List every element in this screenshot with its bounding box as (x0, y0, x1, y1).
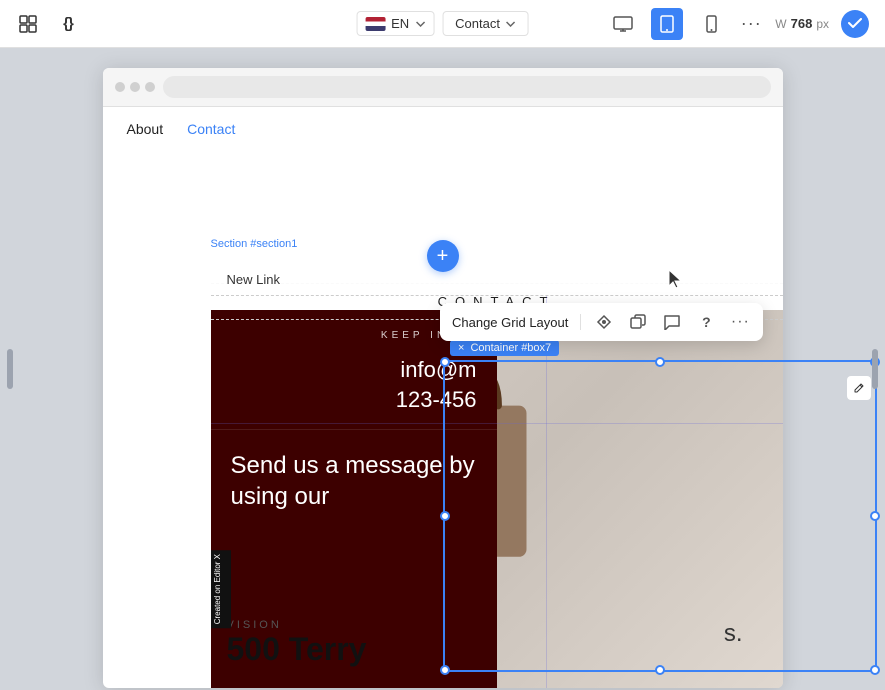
send-message-text: Send us a message by using our (231, 450, 477, 512)
desktop-view-button[interactable] (607, 8, 639, 40)
left-sidebar-handle[interactable] (0, 48, 20, 690)
vision-number-container: 500 Terry (227, 631, 367, 668)
tablet-view-button[interactable] (651, 8, 683, 40)
section-label: Section #section1 (211, 238, 298, 250)
duplicate-icon[interactable] (627, 311, 649, 333)
page-frame: About Contact Section #section1 + New Li… (103, 68, 783, 688)
nav-item-contact[interactable]: Contact (187, 121, 235, 137)
browser-dot-1 (115, 82, 125, 92)
browser-chrome (103, 68, 783, 107)
more-options-icon[interactable]: ··· (739, 12, 763, 36)
editorx-badge: Created on Editor X (211, 550, 231, 628)
grid-icon[interactable] (16, 12, 40, 36)
toolbar-divider-1 (580, 314, 581, 330)
page-selector[interactable]: Contact (442, 11, 529, 36)
change-grid-layout-label: Change Grid Layout (452, 315, 568, 330)
site-nav: About Contact (103, 107, 783, 151)
browser-dots (115, 82, 155, 92)
right-panel-bottom: Send us a message by using our (211, 430, 497, 532)
browser-dot-3 (145, 82, 155, 92)
language-selector[interactable]: EN (356, 11, 434, 36)
toolbar-left: {} (16, 12, 80, 36)
canvas-area: About Contact Section #section1 + New Li… (0, 48, 885, 690)
width-value[interactable]: 768 (791, 16, 813, 31)
grid-layout-icon[interactable] (593, 311, 615, 333)
new-link-bar: New Link (211, 264, 783, 296)
handle-bar-left[interactable] (7, 349, 13, 389)
browser-dot-2 (130, 82, 140, 92)
grid-line-horizontal (211, 423, 783, 424)
new-link-label[interactable]: New Link (227, 272, 280, 287)
contact-email: info@m (231, 357, 477, 383)
help-icon[interactable]: ? (695, 311, 717, 333)
chevron-down-icon (415, 21, 425, 27)
floating-toolbar: Change Grid Layout ? ··· (440, 303, 763, 341)
right-sidebar-handle[interactable] (865, 48, 885, 690)
code-icon[interactable]: {} (56, 12, 80, 36)
container-label[interactable]: × Container #box7 (450, 340, 559, 356)
handle-bar-right[interactable] (872, 349, 878, 389)
language-label: EN (391, 16, 409, 31)
vision-text: VISION 500 Terry (227, 619, 367, 668)
nav-item-about[interactable]: About (127, 121, 164, 137)
toolbar-center: EN Contact (356, 11, 529, 36)
vision-number: 500 Terry (227, 631, 367, 668)
width-label: W (775, 17, 786, 31)
more-toolbar-icon[interactable]: ··· (729, 311, 751, 333)
publish-button[interactable] (841, 10, 869, 38)
flag-icon (365, 17, 385, 31)
width-unit: px (816, 17, 829, 31)
container-close-icon[interactable]: × (458, 342, 464, 354)
mobile-view-button[interactable] (695, 8, 727, 40)
page-label: Contact (455, 16, 500, 31)
top-toolbar: {} EN Contact (0, 0, 885, 48)
contact-phone: 123-456 (231, 387, 477, 413)
add-section-button[interactable]: + (427, 240, 459, 272)
chevron-down-icon-2 (506, 21, 516, 27)
comment-icon[interactable] (661, 311, 683, 333)
vision-label: VISION (227, 619, 367, 631)
container-label-text: Container #box7 (470, 342, 551, 354)
brand-logo: s. (724, 620, 743, 648)
width-control: W 768 px (775, 16, 829, 31)
content-grid: VISION 500 Terry s. KEEP IN TO info@m 12… (211, 310, 783, 688)
browser-url-bar (163, 76, 771, 98)
contact-info: info@m 123-456 (231, 357, 477, 413)
toolbar-right: ··· W 768 px (607, 8, 869, 40)
